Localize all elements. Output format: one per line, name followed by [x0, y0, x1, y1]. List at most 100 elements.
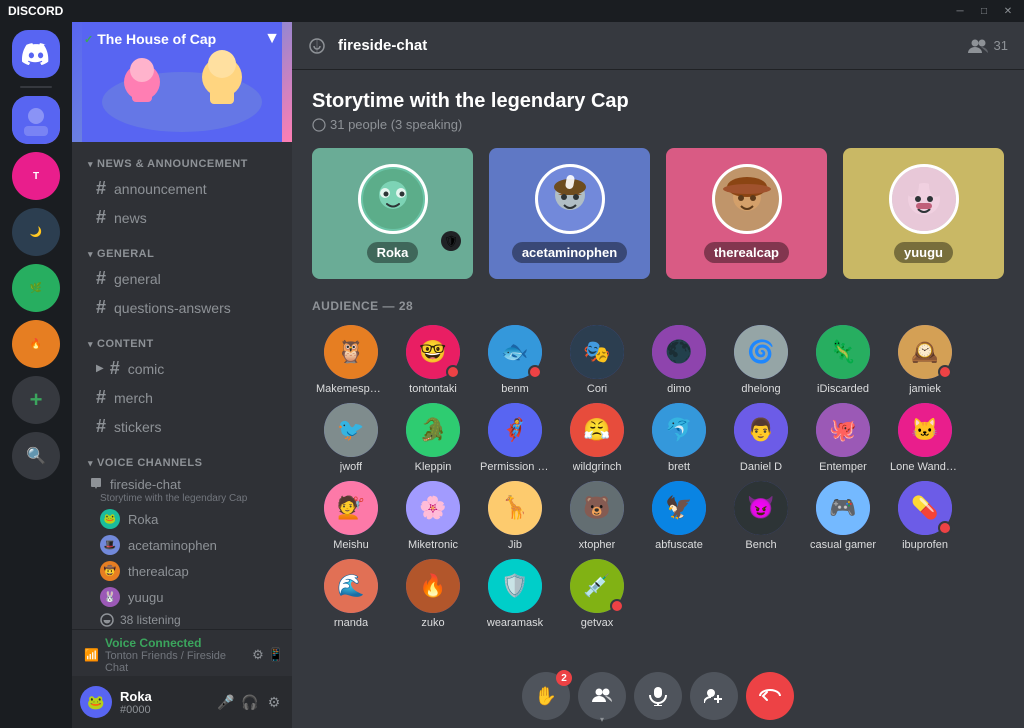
audience-avatar: 💉: [570, 559, 624, 613]
audience-header: AUDIENCE — 28: [312, 299, 1004, 313]
status-badge: [446, 365, 460, 379]
server-header[interactable]: ✓ The House of Cap ▼: [72, 22, 292, 142]
hash-icon: #: [96, 297, 106, 318]
phone-icon[interactable]: 📱: [268, 647, 284, 663]
audience-member-daniel-d[interactable]: 👨Daniel D: [722, 403, 800, 473]
audience-member-tontontaki[interactable]: 🤓tontontaki: [394, 325, 472, 395]
voice-channel-fireside[interactable]: fireside-chat: [72, 473, 292, 495]
audience-member-getvax[interactable]: 💉getvax: [558, 559, 636, 629]
voice-connected-status: 📶 Voice Connected Tonton Friends / Fires…: [72, 630, 292, 676]
server-icon-3[interactable]: 🌿: [12, 264, 60, 312]
chevron-general-icon: ▾: [88, 249, 93, 260]
audience-avatar: 🦸: [488, 403, 542, 457]
members-button[interactable]: 31: [968, 38, 1008, 54]
speaker-therealcap-name: therealcap: [704, 242, 789, 263]
add-server-button[interactable]: +: [12, 376, 60, 424]
audience-avatar: 🛡️: [488, 559, 542, 613]
server-icon-house-of-cap[interactable]: [12, 96, 60, 144]
audience-member-cori[interactable]: 🎭Cori: [558, 325, 636, 395]
main-header: fireside-chat 31: [292, 22, 1024, 70]
audience-member-kleppin[interactable]: 🐊Kleppin: [394, 403, 472, 473]
audience-member-rnanda[interactable]: 🌊rnanda: [312, 559, 390, 629]
raise-hand-badge: 2: [556, 670, 572, 686]
audience-member-xtopher[interactable]: 🐻xtopher: [558, 481, 636, 551]
category-voice[interactable]: ▾ VOICE CHANNELS: [72, 441, 292, 473]
leave-button[interactable]: [746, 672, 794, 720]
close-button[interactable]: ✕: [1000, 3, 1016, 19]
audience-member-brett[interactable]: 🐬brett: [640, 403, 718, 473]
audience-member-makemespeakrr[interactable]: 🦉Makemespeakrr: [312, 325, 390, 395]
hash-icon: #: [96, 207, 106, 228]
audience-member-permission-man[interactable]: 🦸Permission Man: [476, 403, 554, 473]
server-menu-icon[interactable]: ▼: [264, 30, 280, 48]
audience-avatar: 🎮: [816, 481, 870, 535]
audience-member-name: rnanda: [334, 617, 368, 629]
category-general[interactable]: ▾ GENERAL: [72, 232, 292, 264]
category-news[interactable]: ▾ NEWS & ANNOUNCEMENT: [72, 142, 292, 174]
audience-member-name: Lone Wanderer: [890, 461, 960, 473]
channel-announcement[interactable]: # announcement: [80, 174, 284, 203]
voice-user-yuugu[interactable]: 🐰 yuugu: [72, 584, 292, 610]
invite-button[interactable]: [690, 672, 738, 720]
audience-avatar: 🔥: [406, 559, 460, 613]
audience-member-bench[interactable]: 😈Bench: [722, 481, 800, 551]
audience-avatar: 💊: [898, 481, 952, 535]
audience-avatar: 🦎: [816, 325, 870, 379]
audience-member-idiscarded[interactable]: 🦎 iDiscarded: [804, 325, 882, 395]
voice-settings-icon[interactable]: ⚙: [252, 647, 264, 663]
mute-button[interactable]: [634, 672, 682, 720]
user-footer: 🐸 Roka #0000 🎤 🎧 ⚙: [72, 676, 292, 728]
audience-member-jamiek[interactable]: 🕰️jamiek: [886, 325, 964, 395]
speaker-roka-avatar: [358, 164, 428, 234]
channel-general[interactable]: # general: [80, 264, 284, 293]
user-settings-button[interactable]: ⚙: [264, 692, 284, 712]
voice-user-roka[interactable]: 🐸 Roka: [72, 506, 292, 532]
category-content[interactable]: ▾ CONTENT: [72, 322, 292, 354]
audience-avatar: 🐦: [324, 403, 378, 457]
raise-hand-button[interactable]: ✋ 2: [522, 672, 570, 720]
speaker-roka[interactable]: Roka 🛡: [312, 148, 473, 279]
channel-stickers[interactable]: # stickers: [80, 412, 284, 441]
audience-member-wildgrinch[interactable]: 😤wildgrinch: [558, 403, 636, 473]
channel-questions-answers[interactable]: # questions-answers: [80, 293, 284, 322]
server-icon-1[interactable]: T: [12, 152, 60, 200]
audience-member-lone-wanderer[interactable]: 🐱Lone Wanderer: [886, 403, 964, 473]
channel-merch[interactable]: # merch: [80, 383, 284, 412]
audience-member-benm[interactable]: 🐟benm: [476, 325, 554, 395]
maximize-button[interactable]: □: [976, 3, 992, 19]
audience-avatar: 🌀: [734, 325, 788, 379]
deafen-button[interactable]: 🎧: [240, 692, 260, 712]
server-icon-2[interactable]: 🌙: [12, 208, 60, 256]
audience-member-wearamask[interactable]: 🛡️ wearamask: [476, 559, 554, 629]
server-icon-4[interactable]: 🔥: [12, 320, 60, 368]
audience-member-meishu[interactable]: 💇Meishu: [312, 481, 390, 551]
stage-title: Storytime with the legendary Cap: [312, 90, 1004, 113]
speaker-yuugu[interactable]: yuugu: [843, 148, 1004, 279]
audience-member-ibuprofen[interactable]: 💊ibuprofen: [886, 481, 964, 551]
audience-member-zuko[interactable]: 🔥zuko: [394, 559, 472, 629]
audience-member-name: brett: [668, 461, 690, 473]
channel-news[interactable]: # news: [80, 203, 284, 232]
audience-member-casual-gamer[interactable]: 🎮casual gamer: [804, 481, 882, 551]
discord-home-button[interactable]: [12, 30, 60, 78]
speaker-acetaminophen[interactable]: acetaminophen: [489, 148, 650, 279]
explore-servers-button[interactable]: 🔍: [12, 432, 60, 480]
audience-member-abfuscate[interactable]: 🦅abfuscate: [640, 481, 718, 551]
audience-member-name: wearamask: [487, 617, 543, 629]
audience-member-entemper[interactable]: 🐙Entemper: [804, 403, 882, 473]
voice-user-therealcap[interactable]: 🤠 therealcap: [72, 558, 292, 584]
voice-user-acetaminophen[interactable]: 🎩 acetaminophen: [72, 532, 292, 558]
moderator-badge: 🛡: [441, 231, 461, 251]
audience-member-jib[interactable]: 🦒Jib: [476, 481, 554, 551]
audience-member-jwoff[interactable]: 🐦jwoff: [312, 403, 390, 473]
audience-member-dimo[interactable]: 🌑dimo: [640, 325, 718, 395]
speaker-therealcap[interactable]: therealcap: [666, 148, 827, 279]
speaker-acetaminophen-name: acetaminophen: [512, 242, 627, 263]
members-list-button[interactable]: ▾: [578, 672, 626, 720]
audience-member-miketronic[interactable]: 🌸Miketronic: [394, 481, 472, 551]
audience-member-name: iDiscarded: [817, 383, 869, 395]
mute-button[interactable]: 🎤: [216, 692, 236, 712]
minimize-button[interactable]: ─: [952, 3, 968, 19]
audience-member-dhelong[interactable]: 🌀dhelong: [722, 325, 800, 395]
channel-comic[interactable]: ▶ # comic: [80, 354, 284, 383]
